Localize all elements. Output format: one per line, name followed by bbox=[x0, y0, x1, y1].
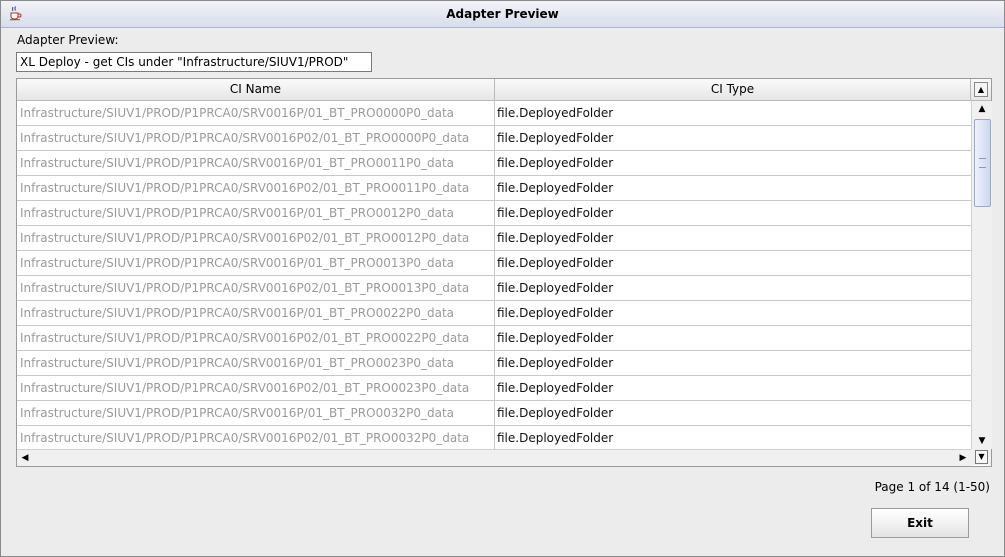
ci-type-cell: file.DeployedFolder bbox=[497, 281, 614, 295]
ci-name-cell: Infrastructure/SIUV1/PROD/P1PRCA0/SRV001… bbox=[20, 181, 470, 195]
ci-type-cell: file.DeployedFolder bbox=[497, 106, 614, 120]
right-arrow-icon[interactable]: ▶ bbox=[955, 450, 971, 466]
vertical-scroll-thumb[interactable] bbox=[974, 119, 991, 207]
ci-name-cell: Infrastructure/SIUV1/PROD/P1PRCA0/SRV001… bbox=[20, 281, 470, 295]
ci-name-cell: Infrastructure/SIUV1/PROD/P1PRCA0/SRV001… bbox=[20, 356, 455, 370]
table-row[interactable]: Infrastructure/SIUV1/PROD/P1PRCA0/SRV001… bbox=[17, 176, 971, 201]
ci-name-cell: Infrastructure/SIUV1/PROD/P1PRCA0/SRV001… bbox=[20, 231, 470, 245]
adapter-preview-window: Adapter Preview Adapter Preview: XL Depl… bbox=[0, 0, 1005, 557]
adapter-preview-label: Adapter Preview: bbox=[17, 33, 119, 47]
ci-name-cell: Infrastructure/SIUV1/PROD/P1PRCA0/SRV001… bbox=[20, 381, 470, 395]
down-arrow-icon[interactable]: ▼ bbox=[972, 433, 992, 449]
column-header-ci-type[interactable]: CI Type bbox=[495, 79, 971, 100]
table-row[interactable]: Infrastructure/SIUV1/PROD/P1PRCA0/SRV001… bbox=[17, 251, 971, 276]
ci-name-cell: Infrastructure/SIUV1/PROD/P1PRCA0/SRV001… bbox=[20, 156, 455, 170]
ci-type-cell: file.DeployedFolder bbox=[497, 356, 614, 370]
ci-name-cell: Infrastructure/SIUV1/PROD/P1PRCA0/SRV001… bbox=[20, 256, 455, 270]
ci-type-cell: file.DeployedFolder bbox=[497, 406, 614, 420]
window-title: Adapter Preview bbox=[446, 7, 559, 21]
table-row[interactable]: Infrastructure/SIUV1/PROD/P1PRCA0/SRV001… bbox=[17, 401, 971, 426]
table-row[interactable]: Infrastructure/SIUV1/PROD/P1PRCA0/SRV001… bbox=[17, 276, 971, 301]
table-row[interactable]: Infrastructure/SIUV1/PROD/P1PRCA0/SRV001… bbox=[17, 126, 971, 151]
ci-name-cell: Infrastructure/SIUV1/PROD/P1PRCA0/SRV001… bbox=[20, 131, 470, 145]
ci-type-cell: file.DeployedFolder bbox=[497, 156, 614, 170]
ci-type-cell: file.DeployedFolder bbox=[497, 306, 614, 320]
table-row[interactable]: Infrastructure/SIUV1/PROD/P1PRCA0/SRV001… bbox=[17, 326, 971, 351]
ci-type-cell: file.DeployedFolder bbox=[497, 256, 614, 270]
left-arrow-icon[interactable]: ◀ bbox=[17, 450, 33, 466]
ci-type-cell: file.DeployedFolder bbox=[497, 131, 614, 145]
ci-name-cell: Infrastructure/SIUV1/PROD/P1PRCA0/SRV001… bbox=[20, 106, 455, 120]
table-row[interactable]: Infrastructure/SIUV1/PROD/P1PRCA0/SRV001… bbox=[17, 151, 971, 176]
ci-type-cell: file.DeployedFolder bbox=[497, 181, 614, 195]
ci-name-cell: Infrastructure/SIUV1/PROD/P1PRCA0/SRV001… bbox=[20, 431, 470, 445]
source-query-field[interactable]: XL Deploy - get CIs under "Infrastructur… bbox=[16, 52, 372, 72]
table-row[interactable]: Infrastructure/SIUV1/PROD/P1PRCA0/SRV001… bbox=[17, 226, 971, 251]
exit-button[interactable]: Exit bbox=[871, 508, 969, 538]
table-row[interactable]: Infrastructure/SIUV1/PROD/P1PRCA0/SRV001… bbox=[17, 101, 971, 126]
ci-type-cell: file.DeployedFolder bbox=[497, 381, 614, 395]
ci-name-cell: Infrastructure/SIUV1/PROD/P1PRCA0/SRV001… bbox=[20, 331, 470, 345]
vertical-scrollbar[interactable]: ▲ ▼ bbox=[971, 101, 992, 449]
corner-control-icon[interactable]: ▼ bbox=[975, 450, 988, 464]
ci-name-cell: Infrastructure/SIUV1/PROD/P1PRCA0/SRV001… bbox=[20, 206, 455, 220]
table-row[interactable]: Infrastructure/SIUV1/PROD/P1PRCA0/SRV001… bbox=[17, 376, 971, 401]
table-row[interactable]: Infrastructure/SIUV1/PROD/P1PRCA0/SRV001… bbox=[17, 351, 971, 376]
column-header-ci-name[interactable]: CI Name bbox=[17, 79, 495, 100]
table-row[interactable]: Infrastructure/SIUV1/PROD/P1PRCA0/SRV001… bbox=[17, 201, 971, 226]
up-arrow-icon[interactable]: ▲ bbox=[972, 101, 992, 117]
ci-name-cell: Infrastructure/SIUV1/PROD/P1PRCA0/SRV001… bbox=[20, 406, 455, 420]
pagination-text: Page 1 of 14 (1-50) bbox=[874, 480, 990, 494]
column-control-icon[interactable]: ▲ bbox=[974, 82, 988, 97]
ci-table: CI Name CI Type ▲ Infrastructure/SIUV1/P… bbox=[16, 78, 992, 467]
table-body: Infrastructure/SIUV1/PROD/P1PRCA0/SRV001… bbox=[17, 101, 971, 449]
ci-name-cell: Infrastructure/SIUV1/PROD/P1PRCA0/SRV001… bbox=[20, 306, 455, 320]
ci-type-cell: file.DeployedFolder bbox=[497, 431, 614, 445]
table-header: CI Name CI Type ▲ bbox=[17, 79, 991, 101]
ci-type-cell: file.DeployedFolder bbox=[497, 206, 614, 220]
scroll-corner: ▼ bbox=[971, 449, 991, 465]
table-row[interactable]: Infrastructure/SIUV1/PROD/P1PRCA0/SRV001… bbox=[17, 301, 971, 326]
title-bar: Adapter Preview bbox=[1, 1, 1004, 28]
ci-type-cell: file.DeployedFolder bbox=[497, 231, 614, 245]
horizontal-scrollbar[interactable]: ◀ ▶ bbox=[17, 449, 971, 466]
ci-type-cell: file.DeployedFolder bbox=[497, 331, 614, 345]
table-row[interactable]: Infrastructure/SIUV1/PROD/P1PRCA0/SRV001… bbox=[17, 426, 971, 449]
